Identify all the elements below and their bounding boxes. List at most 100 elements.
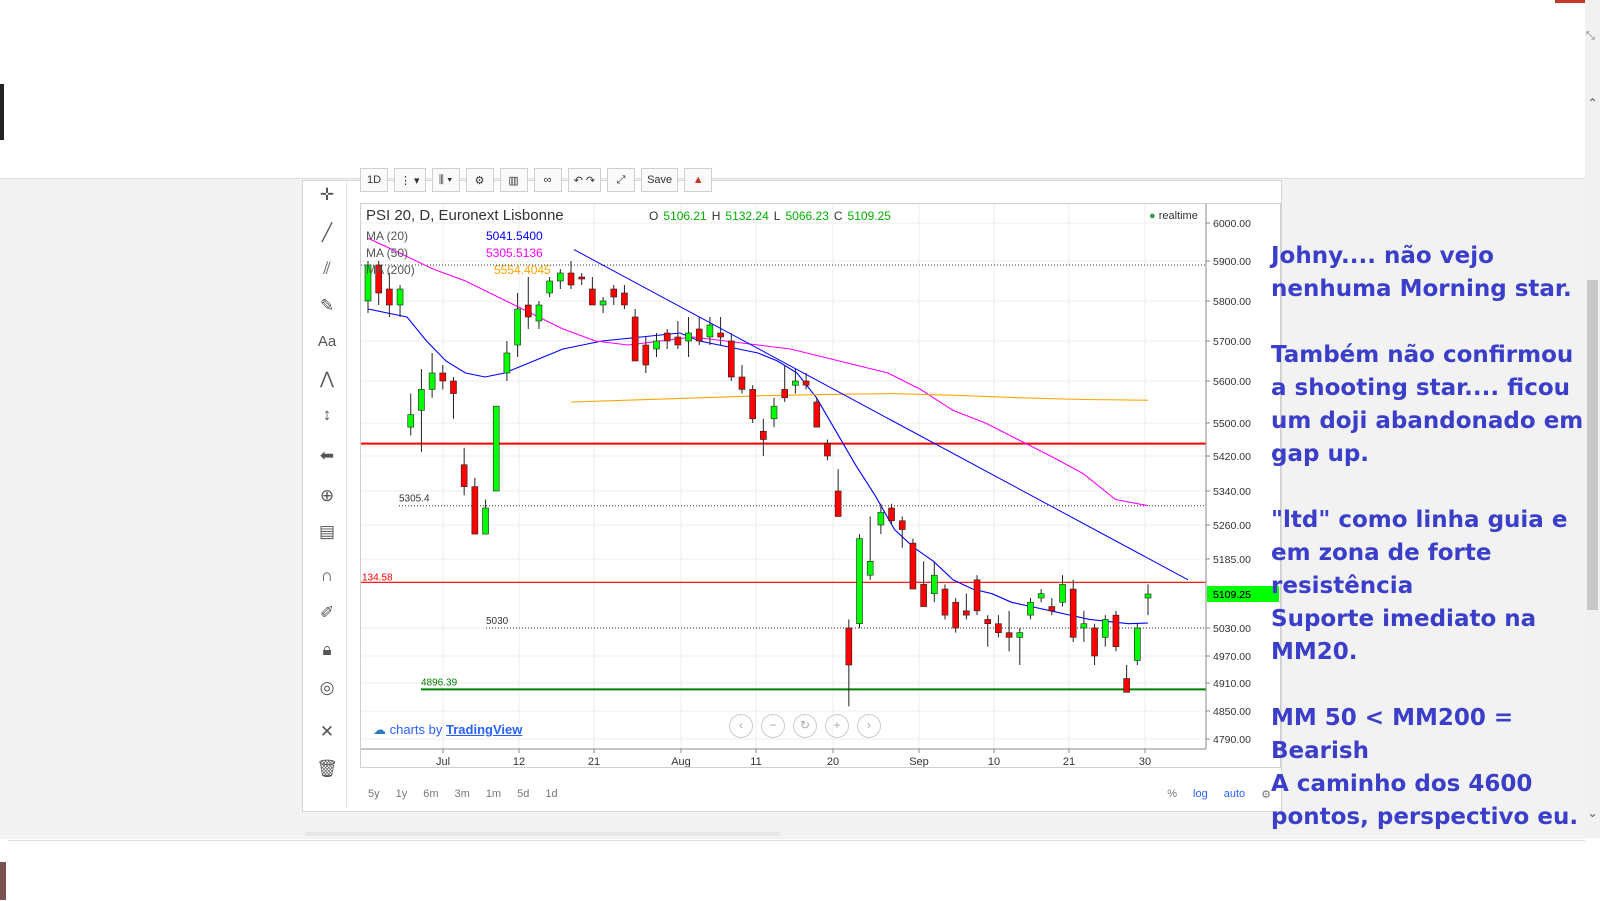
scroll-right-icon[interactable]: › [857, 714, 881, 738]
candle-body [460, 464, 468, 487]
ma200-line [570, 393, 1149, 403]
candle-body [920, 584, 927, 607]
ruler-icon[interactable]: ▤ [314, 519, 340, 545]
candle-body [589, 288, 596, 306]
interval-dropdown-icon[interactable]: ⋮ ▾ [394, 168, 426, 192]
x-tick-label: 21 [588, 756, 600, 767]
x-tick-label: 30 [1139, 756, 1151, 767]
settings-gear-icon[interactable]: ⚙ [465, 168, 494, 192]
chart-style-icon[interactable]: ⫼ ▾ [431, 168, 460, 192]
trash-icon[interactable]: 🗑︎ [314, 756, 340, 782]
x-tick-label: Aug [671, 756, 691, 767]
candle-body [792, 380, 799, 386]
reset-icon[interactable]: ↻ [793, 714, 817, 738]
candle-body [888, 507, 895, 522]
ma20-legend[interactable]: MA (20) 5041.5400 [366, 228, 551, 245]
candle-body [1016, 632, 1024, 638]
ma200-legend[interactable]: MA (200) 5554.4045 [366, 262, 551, 279]
candle-body [450, 380, 457, 394]
measure-icon[interactable]: ↕ [314, 402, 340, 428]
arrow-left-icon[interactable]: ⬅ [314, 443, 340, 469]
candle-body [1144, 593, 1152, 599]
range-1d[interactable]: 1d [545, 788, 557, 800]
pencil-lock-icon[interactable]: ✐ [314, 600, 340, 626]
percent-toggle[interactable]: % [1167, 788, 1177, 800]
realtime-label: realtime [1158, 210, 1198, 222]
low-value: 5066.23 [785, 209, 829, 223]
pitchfork-icon[interactable]: ⫽ [314, 256, 340, 282]
candle-body [407, 414, 415, 428]
range-6m[interactable]: 6m [423, 788, 438, 800]
save-button[interactable]: Save [641, 168, 679, 192]
fullscreen-icon[interactable]: ⤢ [607, 168, 636, 192]
zoom-out-icon[interactable]: − [761, 714, 785, 738]
tools-icon[interactable]: ✕ [314, 719, 340, 745]
range-5d[interactable]: 5d [517, 788, 529, 800]
scroll-left-icon[interactable]: ‹ [729, 714, 753, 738]
ma200-value: 5554.4045 [494, 263, 551, 277]
candle-body [931, 574, 938, 594]
log-toggle[interactable]: log [1193, 788, 1208, 800]
candle-body [503, 352, 511, 374]
candlestick-chart[interactable]: 6000.00 5900.00 5800.00 5700.00 5600.00 5500.… [361, 204, 1280, 768]
text-tool-icon[interactable]: Aa [314, 329, 340, 355]
zoom-in-icon[interactable]: ⊕ [314, 483, 340, 509]
crosshair-icon[interactable]: ✛ [314, 182, 340, 208]
chart-area[interactable]: 6000.00 5900.00 5800.00 5700.00 5600.00 5500.… [360, 203, 1281, 768]
y-tick-label: 4790.00 [1213, 734, 1251, 746]
candle-body [471, 486, 479, 535]
range-5y[interactable]: 5y [368, 788, 380, 800]
candle-body [1037, 593, 1045, 599]
expand-icon[interactable]: ⤡ [1586, 30, 1600, 46]
ma50-legend[interactable]: MA (50) 5305.5136 [366, 245, 551, 262]
indicators-icon[interactable]: ▥ [499, 168, 528, 192]
pattern-icon[interactable]: ⋀ [314, 366, 340, 392]
y-tick-label: 5030.00 [1213, 623, 1251, 635]
x-tick-label: Jul [436, 756, 450, 767]
brush-icon[interactable]: ✎ [314, 293, 340, 319]
lock-icon[interactable]: 🔒︎ [314, 637, 340, 663]
undo-redo-icon[interactable]: ↶ ↷ [567, 168, 602, 192]
candle-body [1101, 619, 1109, 638]
scroll-up-icon[interactable]: ⌃ [1585, 96, 1600, 112]
moving-averages [367, 237, 1149, 625]
scale-settings-icon[interactable]: ⚙ [1261, 788, 1271, 801]
magnet-icon[interactable]: ∩ [314, 563, 340, 589]
candle-body [642, 344, 650, 366]
candle-body [813, 401, 821, 428]
candle-body [1069, 588, 1077, 638]
horizontal-scroll-track[interactable] [305, 832, 780, 836]
candle-body [1112, 614, 1120, 647]
drawing-tools-panel: ✛ ╱ ⫽ ✎ Aa ⋀ ↕ ⬅ ⊕ ▤ ∩ ✐ 🔒︎ ◎ ✕ 🗑︎ [306, 182, 347, 807]
candle-body [674, 336, 682, 346]
trend-line-icon[interactable]: ╱ [314, 220, 340, 246]
footer-edge-marker [0, 862, 6, 900]
y-tick-label: 5420.00 [1213, 451, 1251, 463]
x-tick-label: 21 [1063, 756, 1075, 767]
eye-hide-icon[interactable]: ◎ [314, 675, 340, 701]
interval-button[interactable]: 1D [360, 168, 388, 192]
candle-body [599, 300, 607, 306]
range-3m[interactable]: 3m [455, 788, 470, 800]
candle-body [492, 405, 500, 492]
candle-body [1048, 606, 1056, 612]
page-edge-marker [0, 84, 4, 140]
candle-body [578, 276, 585, 280]
candle-body [653, 340, 660, 350]
y-tick-label: 5800.00 [1213, 296, 1251, 308]
publish-idea-icon[interactable]: ▲ [684, 168, 713, 192]
y-tick-label: 5340.00 [1213, 486, 1251, 498]
x-tick-label: Sep [909, 756, 929, 767]
auto-toggle[interactable]: auto [1224, 788, 1245, 800]
candle-body [663, 332, 671, 342]
candle-body [1027, 601, 1034, 616]
note-support-mm20: Suporte imediato na MM20. [1271, 606, 1537, 665]
compare-icon[interactable]: ∞ [533, 168, 562, 192]
tradingview-attribution[interactable]: ☁ charts by TradingView [373, 722, 522, 738]
range-1m[interactable]: 1m [486, 788, 501, 800]
ma50-name: MA (50) [366, 246, 409, 260]
note-morning-star: Johny.... não vejo nenhuma Morning star. [1271, 243, 1572, 302]
x-axis: Jul 12 21 Aug 11 20 Sep 10 21 30 [361, 748, 1206, 768]
zoom-in-nav-icon[interactable]: + [825, 714, 849, 738]
range-1y[interactable]: 1y [396, 788, 408, 800]
